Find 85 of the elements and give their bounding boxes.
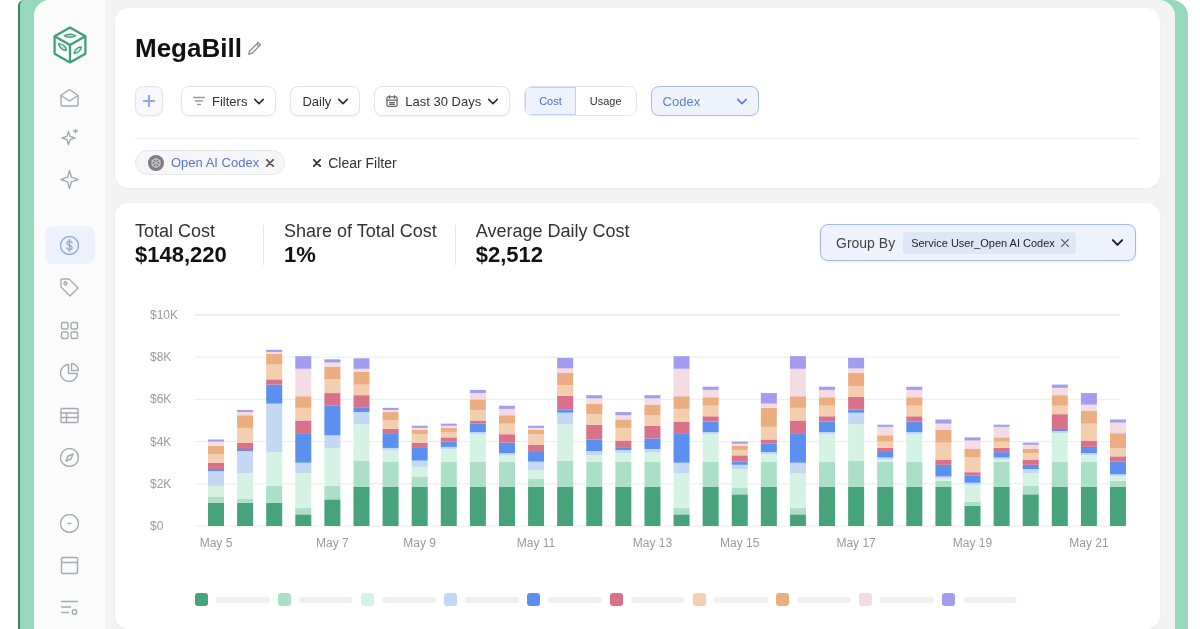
pie-chart-icon (60, 363, 79, 383)
page-title: MegaBill (135, 32, 242, 64)
bar-segment (819, 397, 836, 406)
sparkle-icon (60, 169, 79, 189)
bar-segment (528, 461, 545, 471)
sidebar-item[interactable] (44, 226, 95, 264)
x-axis-label: May 11 (516, 536, 556, 550)
x-axis-label: May 9 (403, 536, 436, 550)
chevron-down-icon (338, 97, 349, 105)
x-axis-label: May 15 (720, 536, 760, 550)
tag-icon (60, 278, 79, 298)
sparkles-icon (60, 128, 79, 148)
close-icon[interactable] (1060, 238, 1069, 247)
bar-segment (208, 454, 224, 463)
color-swatch-icon[interactable] (444, 593, 457, 606)
bar-segment (528, 451, 545, 462)
bar-segment (266, 502, 283, 526)
chevron-down-icon (488, 97, 499, 105)
metric-label: Share of Total Cost (284, 221, 437, 242)
y-axis-label: $4K (150, 434, 172, 449)
clear-filter-button[interactable]: Clear Filter (313, 154, 397, 171)
close-icon (313, 158, 322, 167)
y-axis-label: $0 (150, 519, 164, 533)
bar-segment (353, 384, 370, 396)
pencil-icon[interactable] (247, 41, 262, 55)
group-by-label: Group By (836, 234, 896, 251)
group-chip[interactable]: Service User_Open AI Codex (903, 231, 1076, 254)
bar-segment (1051, 395, 1068, 406)
bar-segment (324, 379, 341, 394)
cube-logo-icon[interactable] (50, 26, 89, 64)
x-axis-label: May 13 (632, 536, 673, 550)
color-swatch-icon[interactable] (361, 593, 374, 606)
bar-segment (702, 397, 719, 406)
y-axis-label: $10K (150, 308, 179, 322)
metric-value: $148,220 (135, 242, 228, 268)
add-button[interactable] (135, 86, 163, 116)
chevron-down-icon (254, 97, 265, 105)
close-icon[interactable] (266, 158, 275, 167)
window-icon (60, 556, 79, 576)
color-swatch-icon[interactable] (859, 593, 872, 606)
color-swatch-icon[interactable] (278, 593, 291, 606)
color-swatch-icon[interactable] (693, 593, 706, 606)
color-swatch-icon[interactable] (776, 593, 789, 606)
service-select[interactable]: Codex (650, 86, 759, 116)
toggle-option[interactable]: Cost (525, 87, 576, 115)
filter-icon (193, 95, 205, 107)
bar-segment (906, 397, 923, 406)
metric-label: Average Daily Cost (475, 221, 630, 242)
y-axis-label: $2K (150, 476, 172, 491)
compass-icon (60, 448, 79, 468)
x-axis-label: May 5 (199, 536, 233, 550)
bar-segment (528, 470, 545, 479)
x-axis-label: May 21 (1069, 536, 1109, 550)
metric-value: 1% (284, 242, 317, 268)
table-icon (60, 405, 79, 425)
bar-segment (498, 415, 515, 424)
logo-icon (148, 154, 164, 171)
calendar-icon (386, 95, 399, 107)
bar-segment (644, 415, 661, 426)
grid-icon (60, 320, 79, 340)
list-icon (60, 598, 79, 618)
color-swatch-icon[interactable] (610, 593, 623, 606)
bar-segment (498, 423, 515, 435)
granularity-dropdown[interactable]: Daily (290, 86, 361, 116)
color-swatch-icon[interactable] (195, 593, 208, 606)
plus-icon (143, 95, 155, 107)
y-axis-label: $6K (150, 392, 172, 407)
x-axis-label: May 7 (316, 536, 349, 550)
color-swatch-icon[interactable] (942, 593, 955, 606)
bar-segment (498, 434, 515, 443)
bar-segment (557, 385, 574, 396)
envelope-icon (60, 87, 79, 107)
x-axis-label: May 19 (952, 536, 993, 550)
chevron-down-icon (736, 97, 747, 105)
filter-chip[interactable]: Open AI Codex (135, 150, 286, 175)
filters-button[interactable]: Filters (181, 86, 277, 116)
group-by-select[interactable]: Group By Service User_Open AI Codex (820, 224, 1136, 261)
metric-value: $2,512 (475, 242, 545, 268)
x-axis-label: May 17 (836, 536, 876, 550)
y-axis-label: $8K (150, 350, 172, 365)
color-swatch-icon[interactable] (527, 593, 540, 606)
bar-segment (848, 386, 865, 397)
metric-label: Total Cost (135, 221, 217, 242)
date-range-dropdown[interactable]: Last 30 Days (374, 86, 511, 116)
chevron-down-icon[interactable] (1112, 239, 1123, 246)
